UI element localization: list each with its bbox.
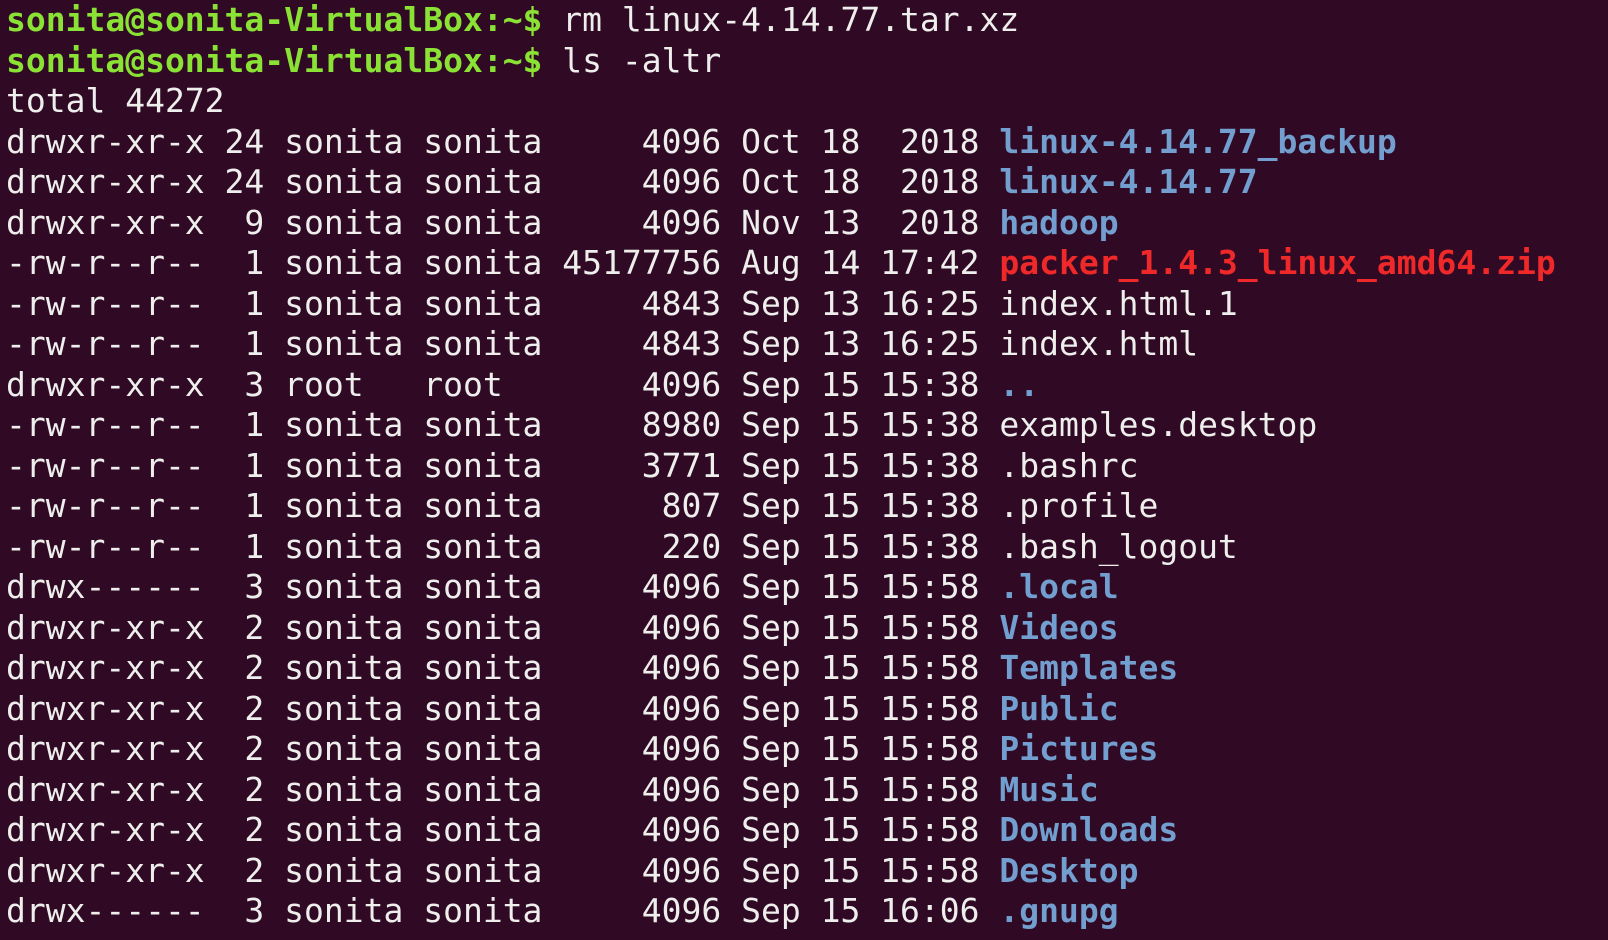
listing-row: drwxr-xr-x 24 sonita sonita 4096 Oct 18 … [6, 162, 1608, 203]
row-metadata: -rw-r--r-- 1 sonita sonita 45177756 Aug … [6, 243, 1000, 282]
row-filename: .bash_logout [999, 526, 1238, 566]
row-filename: Videos [999, 607, 1119, 647]
row-filename: Downloads [999, 810, 1179, 849]
row-metadata: -rw-r--r-- 1 sonita sonita 4843 Sep 13 1… [6, 283, 1000, 323]
listing-row: drwxr-xr-x 2 sonita sonita 4096 Sep 15 1… [6, 608, 1608, 649]
listing-row: drwxr-xr-x 24 sonita sonita 4096 Oct 18 … [6, 122, 1608, 163]
listing-row: -rw-r--r-- 1 sonita sonita 8980 Sep 15 1… [6, 405, 1608, 446]
command-text: rm linux-4.14.77.tar.xz [542, 0, 1020, 39]
row-filename: linux-4.14.77_backup [999, 121, 1397, 161]
listing-row: drwxr-xr-x 2 sonita sonita 4096 Sep 15 1… [6, 810, 1608, 851]
shell-prompt: sonita@sonita-VirtualBox:~$ [6, 0, 543, 39]
listing-row: drwxr-xr-x 2 sonita sonita 4096 Sep 15 1… [6, 689, 1608, 730]
row-filename: examples.desktop [999, 405, 1318, 444]
row-filename: Desktop [999, 850, 1139, 890]
row-metadata: drwxr-xr-x 2 sonita sonita 4096 Sep 15 1… [6, 688, 1000, 728]
row-metadata: drwxr-xr-x 3 root root 4096 Sep 15 15:38 [6, 364, 1000, 404]
listing-row: drwxr-xr-x 2 sonita sonita 4096 Sep 15 1… [6, 729, 1608, 770]
listing-row: -rw-r--r-- 1 sonita sonita 45177756 Aug … [6, 243, 1608, 284]
listing-row: drwx------ 3 sonita sonita 4096 Sep 15 1… [6, 567, 1608, 608]
listing-row: -rw-r--r-- 1 sonita sonita 4843 Sep 13 1… [6, 284, 1608, 325]
row-filename: packer_1.4.3_linux_amd64.zip [999, 243, 1556, 282]
row-metadata: drwxr-xr-x 2 sonita sonita 4096 Sep 15 1… [6, 607, 1000, 647]
row-metadata: -rw-r--r-- 1 sonita sonita 8980 Sep 15 1… [6, 405, 1000, 444]
row-metadata: drwxr-xr-x 2 sonita sonita 4096 Sep 15 1… [6, 850, 1000, 890]
shell-prompt: sonita@sonita-VirtualBox:~$ [6, 40, 543, 80]
listing-row: -rw-r--r-- 1 sonita sonita 807 Sep 15 15… [6, 486, 1608, 527]
listing-row: -rw-r--r-- 1 sonita sonita 4843 Sep 13 1… [6, 324, 1608, 365]
listing-row: drwxr-xr-x 2 sonita sonita 4096 Sep 15 1… [6, 851, 1608, 892]
row-filename: .. [999, 364, 1040, 404]
prompt-line: sonita@sonita-VirtualBox:~$ ls -altr [6, 41, 1608, 82]
row-metadata: drwxr-xr-x 2 sonita sonita 4096 Sep 15 1… [6, 769, 1000, 809]
command-text: ls -altr [542, 40, 722, 80]
total-line: total 44272 [6, 81, 225, 120]
prompt-line: sonita@sonita-VirtualBox:~$ rm linux-4.1… [6, 0, 1608, 41]
row-metadata: -rw-r--r-- 1 sonita sonita 220 Sep 15 15… [6, 526, 1000, 566]
listing-row: drwx------ 3 sonita sonita 4096 Sep 15 1… [6, 891, 1608, 932]
row-filename: Public [999, 688, 1119, 728]
row-filename: hadoop [999, 202, 1119, 242]
row-metadata: drwxr-xr-x 2 sonita sonita 4096 Sep 15 1… [6, 729, 1000, 768]
row-metadata: drwxr-xr-x 2 sonita sonita 4096 Sep 15 1… [6, 810, 1000, 849]
listing-row: drwxr-xr-x 3 root root 4096 Sep 15 15:38… [6, 365, 1608, 406]
row-metadata: drwx------ 3 sonita sonita 4096 Sep 15 1… [6, 891, 1000, 930]
terminal-window[interactable]: sonita@sonita-VirtualBox:~$ rm linux-4.1… [0, 0, 1608, 940]
row-metadata: -rw-r--r-- 1 sonita sonita 807 Sep 15 15… [6, 486, 1000, 525]
row-filename: Pictures [999, 729, 1159, 768]
row-filename: .bashrc [999, 445, 1139, 485]
row-filename: index.html [999, 324, 1199, 363]
row-metadata: drwxr-xr-x 24 sonita sonita 4096 Oct 18 … [6, 121, 1000, 161]
listing-row: drwxr-xr-x 9 sonita sonita 4096 Nov 13 2… [6, 203, 1608, 244]
row-metadata: drwxr-xr-x 9 sonita sonita 4096 Nov 13 2… [6, 202, 1000, 242]
listing-row: -rw-r--r-- 1 sonita sonita 3771 Sep 15 1… [6, 446, 1608, 487]
listing-row: drwxr-xr-x 2 sonita sonita 4096 Sep 15 1… [6, 770, 1608, 811]
row-metadata: -rw-r--r-- 1 sonita sonita 4843 Sep 13 1… [6, 324, 1000, 363]
listing-row: drwxr-xr-x 2 sonita sonita 4096 Sep 15 1… [6, 648, 1608, 689]
listing-row: -rw-r--r-- 1 sonita sonita 220 Sep 15 15… [6, 527, 1608, 568]
row-metadata: drwxr-xr-x 24 sonita sonita 4096 Oct 18 … [6, 162, 1000, 201]
row-filename: .local [999, 567, 1119, 606]
row-metadata: drwx------ 3 sonita sonita 4096 Sep 15 1… [6, 567, 1000, 606]
row-filename: Templates [999, 648, 1179, 687]
row-filename: .gnupg [999, 891, 1119, 930]
row-filename: Music [999, 769, 1099, 809]
row-metadata: drwxr-xr-x 2 sonita sonita 4096 Sep 15 1… [6, 648, 1000, 687]
row-filename: .profile [999, 486, 1159, 525]
row-metadata: -rw-r--r-- 1 sonita sonita 3771 Sep 15 1… [6, 445, 1000, 485]
row-filename: linux-4.14.77 [999, 162, 1258, 201]
directory-listing: drwxr-xr-x 24 sonita sonita 4096 Oct 18 … [6, 122, 1608, 932]
row-filename: index.html.1 [999, 283, 1238, 323]
